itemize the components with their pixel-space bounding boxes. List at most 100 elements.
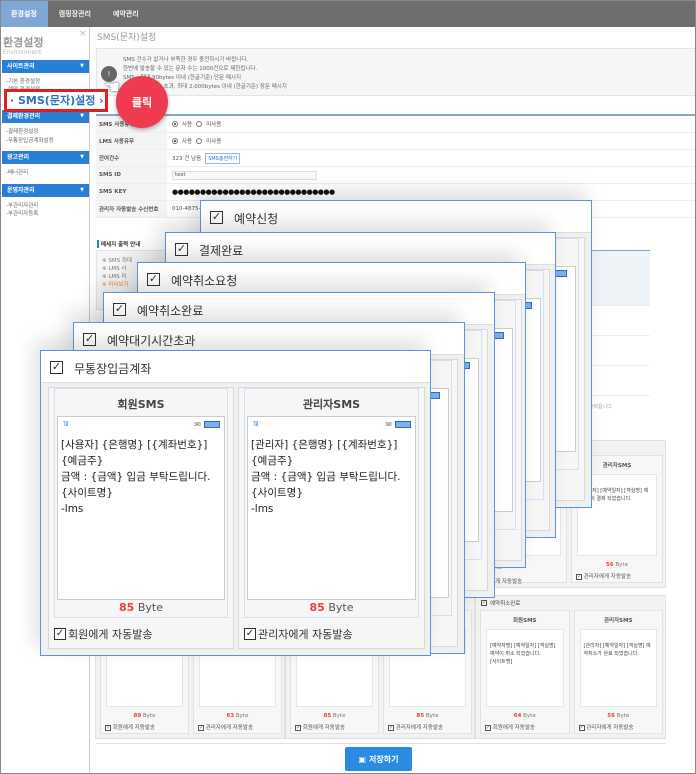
byte-count: 56 Byte <box>606 562 628 568</box>
phone-preview[interactable]: T.ıl ✉ [관리자] {은행명} [{계좌번호}] {예금주} 금액 : {… <box>247 416 416 600</box>
checkbox[interactable]: ✓ <box>244 628 256 640</box>
admin-phone-input[interactable]: 010-4875- <box>172 206 200 212</box>
byte-count: 85 Byte <box>119 601 163 614</box>
card-title: 예약취소요청 <box>171 274 238 288</box>
divider <box>96 743 666 744</box>
sidebar-section-site[interactable]: 사이트관리 ▼ <box>2 60 89 73</box>
remaining-count: 323 건 남음 <box>172 156 202 162</box>
auto-send[interactable]: ✓ 회원에게 자동발송 <box>485 723 535 731</box>
save-icon: ▣ <box>358 754 367 764</box>
auto-send[interactable]: ✓ 관리자에게 자동발송 <box>388 723 443 731</box>
byte-count: 63 Byte <box>226 713 249 719</box>
sidebar-subtitle: Environment <box>3 49 42 56</box>
notice-line: SMS 건수가 없거나 부족한 경우 충전하시기 바랍니다. <box>123 57 249 63</box>
panel-title: 회원SMS <box>117 398 165 411</box>
label: 관리자 자동발송 수신번호 <box>96 201 167 217</box>
panel-title: 관리자SMS <box>302 398 361 411</box>
mail-icon: ✉ <box>194 420 201 429</box>
radio-lms-nouse[interactable] <box>196 138 203 144</box>
sms-id-input[interactable]: test <box>172 170 317 180</box>
card-checkbox[interactable]: ✓ <box>175 243 188 256</box>
auto-send[interactable]: ✓ 관리자에게 자동발송 <box>198 723 253 731</box>
auto-send[interactable]: ✓ 회원에게 자동발송 <box>295 723 345 731</box>
panel-title: 관리자SMS <box>603 618 633 624</box>
byte-count: 56 Byte <box>607 713 630 719</box>
row-sms-id: SMS ID test <box>96 167 696 184</box>
label: SMS KEY <box>96 184 167 200</box>
phone-preview[interactable]: [예약자명] [예약일자] [객실명] 예약이 취소 되었습니다. [사이트명] <box>486 629 564 707</box>
sidebar-item[interactable]: -기본 환경설정 <box>6 77 40 85</box>
byte-count: 89 Byte <box>133 713 156 719</box>
byte-count: 85 Byte <box>416 713 439 719</box>
card-title: 예약대기시간초과 <box>107 334 196 348</box>
card-header: ✓ 무통장입금계좌 <box>41 351 430 383</box>
guide-line: ※ LMS 사 <box>102 266 127 272</box>
auto-send[interactable]: ✓ 관리자에게 자동발송 <box>578 723 634 731</box>
card-header: ✓ 예약취소요청 <box>138 263 525 295</box>
sidebar-item[interactable]: -배너관리 <box>6 168 28 176</box>
card-checkbox[interactable]: ✓ <box>210 211 223 224</box>
signal-icon: T.ıl <box>63 421 68 428</box>
sidebar-item[interactable]: -무통장입금계좌설정 <box>6 136 54 144</box>
radio-lms-use[interactable] <box>172 138 178 144</box>
card-title: 예약취소완료 <box>137 304 204 318</box>
section-label: 결제환경관리 <box>7 113 41 120</box>
pointing-hand-icon: ☚ <box>104 77 121 98</box>
card-checkbox[interactable]: ✓ <box>83 333 96 346</box>
row-lms-use: LMS 사용유무 사용 미사용 <box>96 133 696 150</box>
guide-line: ※ LMS 미 <box>102 274 127 280</box>
sidebar-item[interactable]: -부관리자등록 <box>6 209 38 217</box>
sms-group: ✓ 예약취소완료 회원SMS [예약자명] [예약일자] [객실명] 예약이 취소 … <box>475 595 666 739</box>
row-sms-key: SMS KEY ●●●●●●●●●●●●●●●●●●●●●●●●●●●●● <box>96 184 696 201</box>
tab-campsite[interactable]: 캠핑장관리 <box>48 0 102 27</box>
save-button[interactable]: ▣ 저장하기 <box>345 747 412 771</box>
top-nav: 환경설정 캠핑장관리 예약관리 <box>0 0 696 27</box>
byte-count: 85 Byte <box>323 713 346 719</box>
radio-sms-use[interactable] <box>172 121 178 127</box>
card-checkbox[interactable]: ✓ <box>113 303 126 316</box>
checkbox[interactable]: ✓ <box>481 600 487 606</box>
caret-down-icon: ▼ <box>80 63 84 69</box>
card-header: ✓ 결제완료 <box>166 233 555 265</box>
label: LMS 사용유무 <box>96 133 167 149</box>
admin-sms-panel: 관리자SMS T.ıl ✉ [관리자] {은행명} [{계좌번호}] {예금주}… <box>238 387 425 649</box>
sidebar-section-operator[interactable]: 운영자관리 ▼ <box>2 184 89 197</box>
sms-charge-button[interactable]: SMS충전하기 <box>205 152 241 164</box>
checkbox[interactable]: ✓ <box>54 628 66 640</box>
sidebar-title: 환경설정 <box>3 36 44 49</box>
radio-label: 미사용 <box>206 122 222 128</box>
sms-panel: 회원SMS [예약자명] [예약일자] [객실명] 예약이 취소 되었습니다. … <box>480 610 570 734</box>
sidebar-item[interactable]: -부관리자관리 <box>6 201 38 209</box>
notice-line: 한번에 발송할 수 있는 문자 수는 1000건으로 제한됩니다. <box>123 66 258 72</box>
radio-label: 사용 <box>182 122 193 128</box>
phone-preview[interactable]: T.ıl ✉ [사용자] {은행명} [{계좌번호}] {예금주} 금액 : {… <box>57 416 225 600</box>
caret-down-icon: ▼ <box>80 154 84 160</box>
card-title: 무통장입금계좌 <box>74 362 152 376</box>
sidebar-item-sms-settings-highlight[interactable]: · SMS(문자)설정 › <box>4 89 108 112</box>
sidebar-item[interactable]: -결제환경설정 <box>6 127 38 135</box>
auto-send[interactable]: ✓ 회원에게 자동발송 <box>105 723 155 731</box>
sidebar-section-ads[interactable]: 광고관리 ▼ <box>2 151 89 164</box>
sms-message[interactable]: [관리자] {은행명} [{계좌번호}] {예금주} 금액 : {금액} 입금 … <box>251 437 401 517</box>
row-sms-use: SMS 사용유무 사용 미사용 <box>96 116 696 133</box>
card-header: ✓ 예약신청 <box>201 201 591 233</box>
row-remaining: 잔여건수 323 건 남음 SMS충전하기 <box>96 150 696 167</box>
caret-down-icon: ▼ <box>80 187 84 193</box>
auto-send-member[interactable]: ✓ 회원에게 자동발송 <box>54 626 152 642</box>
sms-key-input[interactable]: ●●●●●●●●●●●●●●●●●●●●●●●●●●●●● <box>172 188 335 196</box>
tab-environment[interactable]: 환경설정 <box>0 0 48 27</box>
card-checkbox[interactable]: ✓ <box>147 273 160 286</box>
sms-message[interactable]: [사용자] {은행명} [{계좌번호}] {예금주} 금액 : {금액} 입금 … <box>61 437 211 517</box>
radio-sms-nouse[interactable] <box>196 121 203 127</box>
phone-preview[interactable]: [관리자] [예약일자] [객실명] 예 약취소가 완료 되었습니다. <box>579 629 657 707</box>
guide-title: 메세지 출력 안내 <box>97 240 140 248</box>
card-checkbox[interactable]: ✓ <box>50 361 63 374</box>
auto-send[interactable]: ✓ 관리자에게 자동발송 <box>576 572 631 580</box>
auto-send-admin[interactable]: ✓ 관리자에게 자동발송 <box>244 626 353 642</box>
close-icon[interactable]: × <box>79 29 87 39</box>
byte-count: 64 Byte <box>513 713 536 719</box>
radio-label: 사용 <box>182 139 193 145</box>
radio-label: 미사용 <box>206 139 222 145</box>
guide-line: ※ 미리보기 <box>102 282 129 288</box>
tab-reservation[interactable]: 예약관리 <box>102 0 150 27</box>
